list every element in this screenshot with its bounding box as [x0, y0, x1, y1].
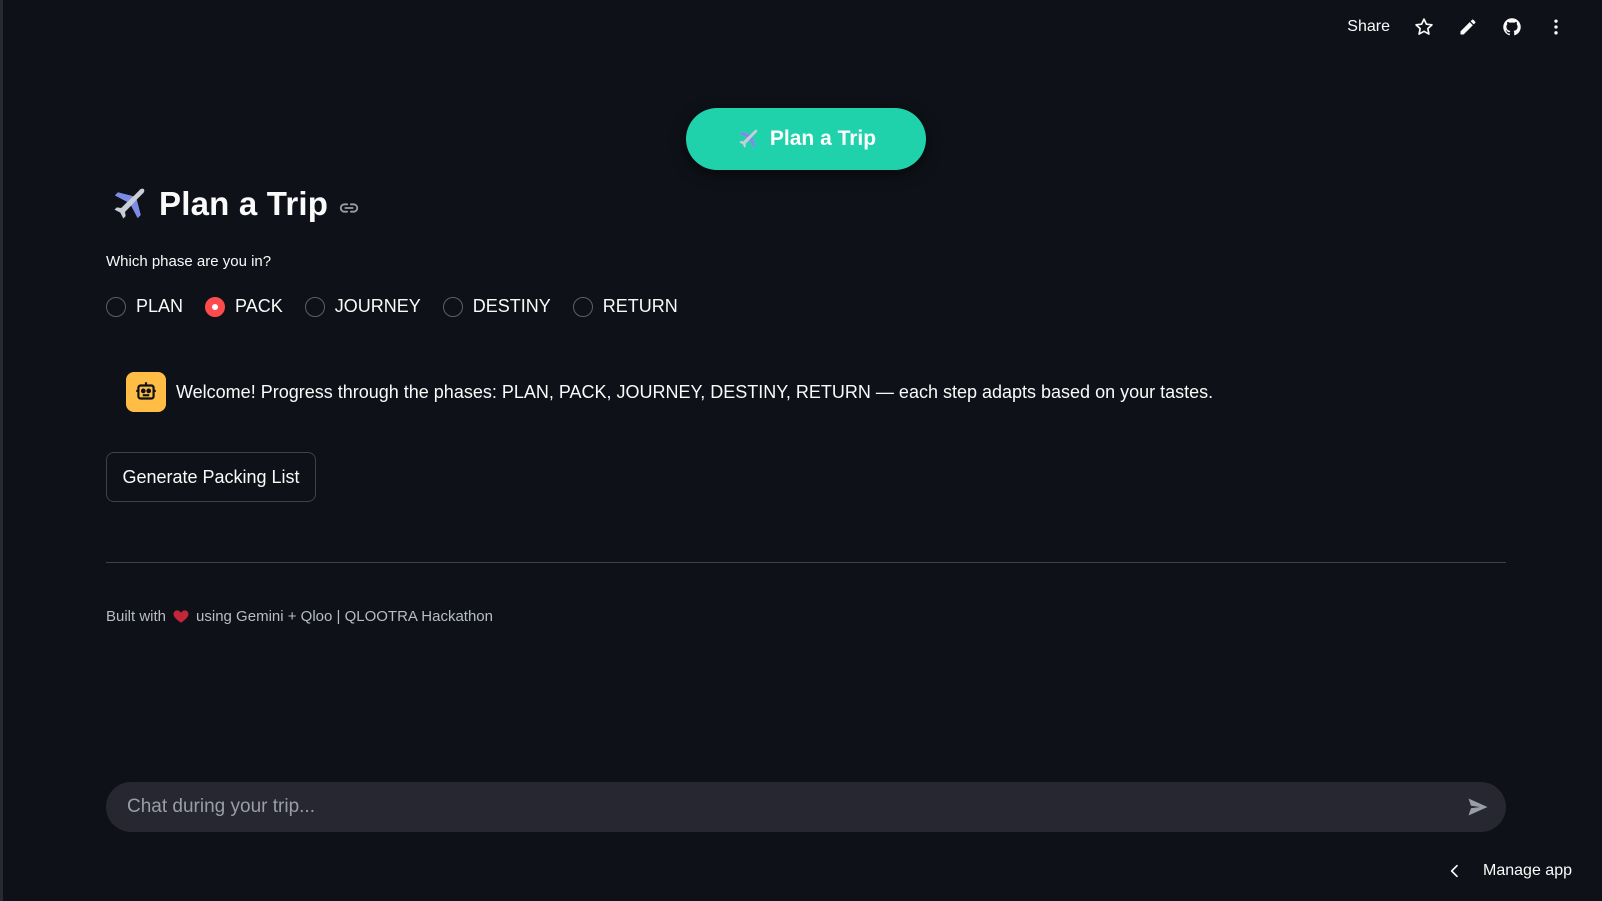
section-divider: [106, 562, 1506, 563]
pencil-icon: [1460, 19, 1476, 35]
github-icon: [1503, 18, 1521, 36]
more-menu-button[interactable]: [1534, 12, 1578, 42]
chat-input[interactable]: [106, 782, 1450, 832]
send-button[interactable]: [1450, 782, 1506, 832]
top-toolbar: Share: [1335, 12, 1578, 42]
chevron-left-icon: [1450, 864, 1458, 878]
radio-label: PACK: [235, 296, 283, 316]
edit-button[interactable]: [1446, 12, 1490, 42]
radio-circle-selected[interactable]: [205, 296, 226, 317]
chat-input-container: [106, 782, 1506, 832]
phase-radio-destiny[interactable]: DESTINY: [442, 296, 551, 317]
hero-button-label: Plan a Trip: [769, 127, 877, 150]
star-icon: [1415, 18, 1433, 35]
generate-packing-list-button[interactable]: Generate Packing List: [106, 452, 316, 502]
share-button[interactable]: Share: [1335, 18, 1402, 36]
assistant-message: Welcome! Progress through the phases: PL…: [126, 372, 1213, 412]
robot-icon: [136, 382, 156, 400]
radio-circle[interactable]: [106, 296, 126, 317]
anchor-link-icon[interactable]: [338, 197, 360, 219]
manage-app-button[interactable]: Manage app: [1447, 862, 1572, 880]
manage-app-label: Manage app: [1483, 862, 1572, 879]
page-title-row: Plan a Trip: [109, 184, 360, 224]
page-title: Plan a Trip: [159, 185, 329, 222]
phase-radio-plan[interactable]: PLAN: [106, 296, 183, 317]
phase-radio-journey[interactable]: JOURNEY: [304, 296, 421, 317]
footer-suffix: using Gemini + Qloo | QLOOTRA Hackathon: [196, 607, 493, 625]
heart-icon: [173, 610, 189, 623]
github-button[interactable]: [1490, 12, 1534, 42]
airplane-icon: [739, 129, 758, 148]
radio-label: RETURN: [602, 296, 678, 316]
phase-radio-group: PLAN PACK JOURNEY DESTINY RETURN: [106, 296, 700, 317]
footer-credit: Built with using Gemini + Qloo | QLOOTRA…: [106, 607, 493, 625]
radio-circle[interactable]: [442, 296, 463, 317]
more-vertical-icon: [1554, 19, 1558, 35]
radio-label: PLAN: [136, 296, 184, 316]
radio-label: JOURNEY: [334, 296, 421, 316]
radio-circle[interactable]: [304, 296, 325, 317]
plan-trip-hero-button[interactable]: Plan a Trip: [686, 108, 926, 170]
star-button[interactable]: [1402, 12, 1446, 42]
radio-label: DESTINY: [472, 296, 551, 316]
app-root: Share Plan a Trip Plan a Trip Which phas…: [0, 0, 1602, 901]
airplane-icon: [114, 188, 145, 219]
radio-circle[interactable]: [572, 296, 593, 317]
footer-prefix: Built with: [106, 607, 167, 625]
send-icon: [1468, 798, 1488, 816]
assistant-avatar: [126, 372, 166, 412]
phase-radio-return[interactable]: RETURN: [572, 296, 678, 317]
assistant-message-text: Welcome! Progress through the phases: PL…: [176, 381, 1214, 402]
phase-question-label: Which phase are you in?: [106, 253, 272, 270]
phase-radio-pack[interactable]: PACK: [205, 296, 283, 317]
